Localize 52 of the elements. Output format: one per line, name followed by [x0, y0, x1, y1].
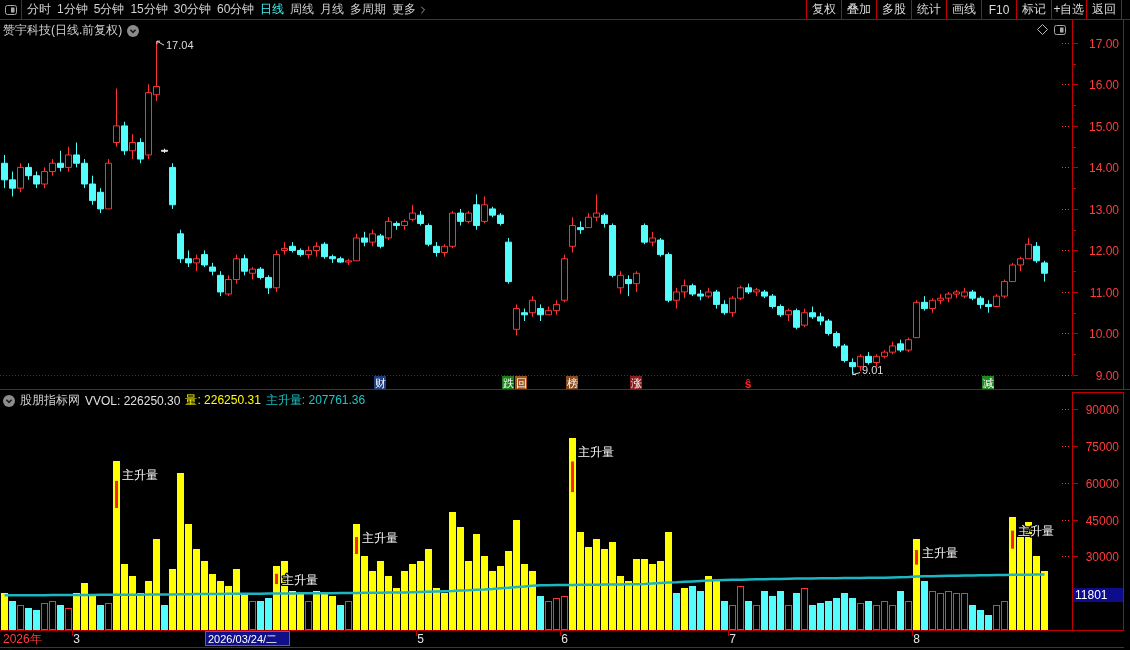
event-marker: 跌: [502, 376, 514, 389]
axis-label: 75000: [1085, 439, 1119, 454]
indicator-readout: 主升量: 207761.36: [265, 392, 366, 409]
axis-label: 14.00: [1088, 160, 1119, 175]
period-tab[interactable]: 5分钟: [90, 0, 128, 19]
axis-label: 60000: [1085, 476, 1119, 491]
period-tab[interactable]: 更多: [389, 0, 433, 19]
axis-label: 10.00: [1088, 326, 1119, 341]
period-tab[interactable]: 日线: [257, 0, 288, 19]
period-tab[interactable]: 15分钟: [127, 0, 171, 19]
period-tab[interactable]: 分时: [24, 0, 54, 19]
axis-label: 12.00: [1088, 243, 1119, 258]
year-label: 2026年: [3, 632, 42, 646]
axis-label: 90000: [1085, 402, 1119, 417]
panel-toggle-icon: [4, 4, 17, 15]
candlestick: [169, 162, 176, 210]
event-marker: 涨: [630, 376, 642, 389]
price-extreme-label: 17.04: [156, 39, 194, 52]
candlestick: [505, 237, 512, 285]
toolbar-button[interactable]: +自选: [1051, 0, 1086, 19]
period-tab[interactable]: 多周期: [347, 0, 390, 19]
candlestick: [161, 148, 168, 154]
chart-title: 赞宇科技(日线.前复权): [3, 22, 123, 39]
axis-label: 30000: [1085, 549, 1119, 564]
indicator-readout: 量: 226250.31: [185, 392, 261, 409]
period-tab[interactable]: 60分钟: [214, 0, 258, 19]
indicator-name: 股朋指标网: [20, 392, 80, 409]
axis-label: 15.00: [1088, 119, 1119, 134]
price-extreme-label: 9.01: [852, 363, 884, 376]
indicator-readout: VVOL: 226250.30: [85, 393, 181, 408]
axis-label: 45000: [1085, 513, 1119, 528]
event-marker: 减: [982, 376, 994, 389]
axis-label: 11.00: [1089, 285, 1119, 300]
event-marker: 榜: [566, 376, 578, 389]
period-tab[interactable]: 周线: [287, 0, 318, 19]
dropdown-icon[interactable]: [3, 394, 15, 407]
axis-label: 17.00: [1088, 36, 1119, 51]
event-marker: 财: [374, 376, 386, 389]
axis-label: 13.00: [1088, 202, 1119, 217]
annotation: 17.04: [166, 39, 194, 52]
period-tab[interactable]: 30分钟: [170, 0, 215, 19]
period-tab[interactable]: 1分钟: [54, 0, 91, 19]
event-marker: ŝ: [744, 377, 752, 389]
axis-label: 16.00: [1088, 77, 1119, 92]
axis-label: 9.00: [1095, 368, 1119, 383]
dropdown-icon[interactable]: [127, 24, 140, 37]
panel-toggle-icon[interactable]: [1054, 24, 1066, 35]
diamond-icon[interactable]: [1037, 24, 1048, 35]
event-marker: 回: [515, 376, 527, 389]
annotation: 9.01: [862, 363, 884, 376]
cursor-value-label: 11801: [1073, 588, 1123, 602]
period-tab[interactable]: 月线: [317, 0, 348, 19]
